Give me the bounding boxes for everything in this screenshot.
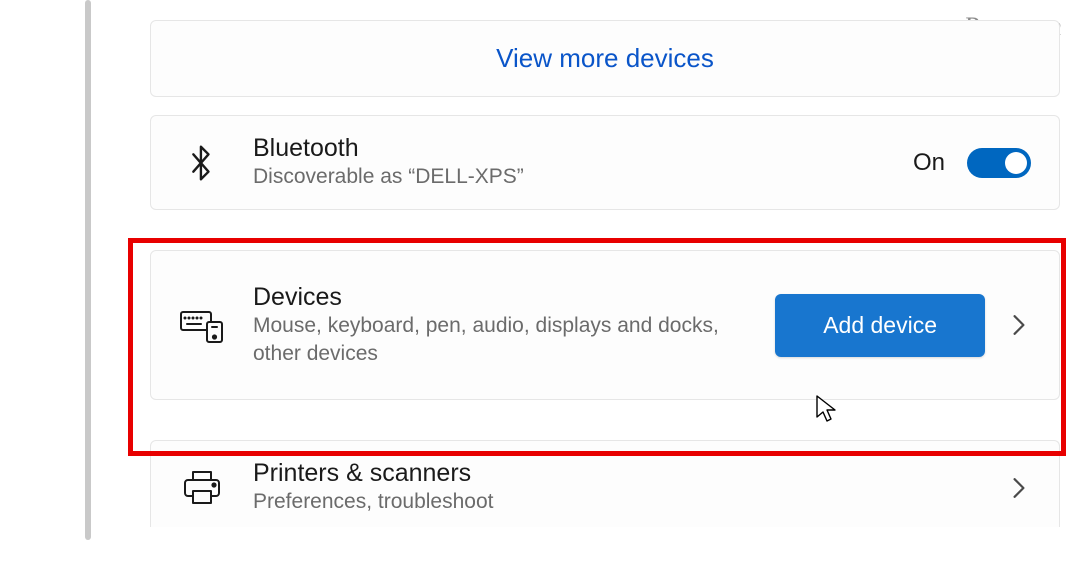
printer-icon <box>179 469 225 507</box>
bluetooth-row[interactable]: Bluetooth Discoverable as “DELL-XPS” On <box>150 115 1060 210</box>
printers-subtitle: Preferences, troubleshoot <box>253 488 733 516</box>
bluetooth-subtitle: Discoverable as “DELL-XPS” <box>253 163 733 191</box>
spacer <box>150 418 1060 440</box>
view-more-devices-label: View more devices <box>496 43 714 74</box>
devices-title: Devices <box>253 283 747 312</box>
settings-list: View more devices Bluetooth Discoverable… <box>150 20 1060 545</box>
chevron-right-icon <box>1007 313 1031 337</box>
spacer <box>150 228 1060 250</box>
bluetooth-icon <box>179 143 225 183</box>
chevron-right-icon <box>1007 476 1031 500</box>
view-more-devices-button[interactable]: View more devices <box>150 20 1060 97</box>
devices-subtitle: Mouse, keyboard, pen, audio, displays an… <box>253 312 733 369</box>
add-device-button[interactable]: Add device <box>775 294 985 357</box>
toggle-knob <box>1005 152 1027 174</box>
bluetooth-toggle[interactable] <box>967 148 1031 178</box>
sidebar-track <box>85 0 91 540</box>
printers-row[interactable]: Printers & scanners Preferences, trouble… <box>150 440 1060 526</box>
printers-title: Printers & scanners <box>253 459 979 488</box>
devices-row[interactable]: Devices Mouse, keyboard, pen, audio, dis… <box>150 250 1060 400</box>
devices-icon <box>179 306 225 344</box>
bluetooth-state-label: On <box>913 149 945 177</box>
bluetooth-title: Bluetooth <box>253 134 885 163</box>
